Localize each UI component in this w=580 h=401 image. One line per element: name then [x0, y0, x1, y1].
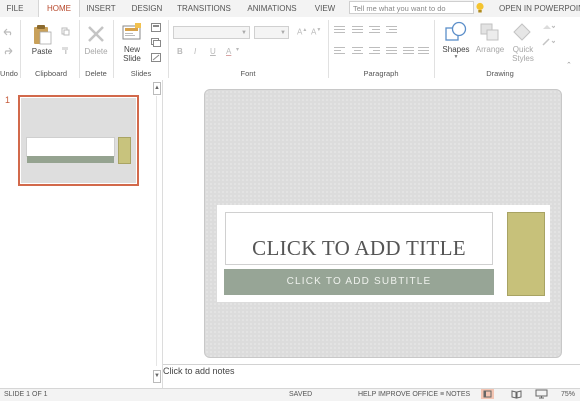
- slide-show-icon[interactable]: [535, 389, 548, 399]
- thumbnail-title-box: [26, 137, 115, 157]
- saved-status: SAVED: [289, 391, 313, 398]
- open-in-powerpoint-button[interactable]: OPEN IN POWERPOINT: [499, 0, 580, 17]
- quick-styles-label-line1: Quick: [512, 45, 534, 54]
- arrange-icon: [480, 23, 499, 41]
- undo-group-label: Undo: [0, 69, 18, 78]
- scroll-down-button[interactable]: ▼: [153, 370, 161, 383]
- new-slide-label-line2: Slide: [123, 54, 141, 63]
- ribbon-divider: [20, 20, 21, 78]
- line-spacing-icon[interactable]: [403, 47, 414, 56]
- tab-insert[interactable]: INSERT: [80, 0, 122, 17]
- notes-toggle-label: NOTES: [446, 391, 471, 398]
- font-group-label: Font: [240, 69, 256, 78]
- tab-animations[interactable]: ANIMATIONS: [240, 0, 304, 17]
- shape-fill-icon[interactable]: [541, 23, 555, 32]
- align-center-icon[interactable]: [352, 47, 363, 56]
- delete-slide-icon: [88, 26, 104, 42]
- bold-icon[interactable]: B: [177, 47, 183, 56]
- numbering-icon[interactable]: [352, 26, 363, 35]
- ribbon-tab-bar: FILE HOME INSERT DESIGN TRANSITIONS ANIM…: [0, 0, 580, 18]
- tell-me-search-input[interactable]: Tell me what you want to do: [349, 1, 474, 14]
- notes-icon: ≡: [440, 391, 445, 398]
- shapes-dropdown-icon: ▼: [453, 54, 459, 60]
- quick-styles-icon: [513, 23, 531, 41]
- new-slide-icon: [122, 23, 141, 40]
- gold-accent-shape: [507, 212, 545, 296]
- hide-slide-icon[interactable]: [151, 53, 161, 62]
- duplicate-slide-icon[interactable]: [151, 38, 161, 47]
- drawing-group-label: Drawing: [486, 69, 514, 78]
- arrange-button[interactable]: Arrange: [473, 45, 507, 54]
- paste-button[interactable]: Paste: [28, 47, 56, 56]
- increase-font-size-icon[interactable]: A▲: [297, 27, 307, 37]
- help-improve-office-link[interactable]: HELP IMPROVE OFFICE: [358, 389, 438, 400]
- layout-icon[interactable]: [151, 23, 161, 32]
- zoom-level[interactable]: 75%: [561, 389, 575, 400]
- notes-placeholder[interactable]: Click to add notes: [163, 366, 235, 376]
- increase-indent-icon[interactable]: [386, 26, 397, 35]
- ribbon-divider: [168, 20, 169, 78]
- notes-toggle[interactable]: ≡ NOTES: [440, 389, 470, 400]
- shapes-icon: [445, 21, 467, 41]
- ribbon-divider: [328, 20, 329, 78]
- bullets-icon[interactable]: [334, 26, 345, 35]
- slide-counter: SLIDE 1 OF 1: [4, 391, 48, 398]
- delete-group-label: Delete: [85, 69, 107, 78]
- delete-slide-button[interactable]: Delete: [81, 47, 111, 56]
- thumbnail-gold-shape: [118, 137, 131, 164]
- thumbnail-number: 1: [5, 95, 11, 105]
- new-slide-button[interactable]: New Slide: [119, 45, 145, 63]
- reading-view-icon[interactable]: [510, 389, 523, 399]
- undo-icon[interactable]: [3, 28, 13, 36]
- subtitle-placeholder-text[interactable]: CLICK TO ADD SUBTITLE: [224, 269, 494, 295]
- underline-icon[interactable]: U: [210, 47, 216, 56]
- font-name-select[interactable]: ▼: [173, 26, 250, 39]
- normal-view-icon[interactable]: [481, 389, 494, 399]
- font-color-icon[interactable]: A: [226, 47, 231, 56]
- title-placeholder-text[interactable]: CLICK TO ADD TITLE: [225, 232, 493, 264]
- tab-home[interactable]: HOME: [38, 0, 80, 18]
- italic-icon[interactable]: I: [194, 47, 196, 56]
- align-right-icon[interactable]: [369, 47, 380, 56]
- ribbon-divider: [79, 20, 80, 78]
- shapes-button[interactable]: Shapes ▼: [440, 45, 472, 60]
- font-color-dropdown-icon[interactable]: ▾: [236, 46, 239, 53]
- slides-group-label: Slides: [130, 69, 152, 78]
- scroll-up-button[interactable]: ▲: [153, 82, 161, 95]
- tab-transitions[interactable]: TRANSITIONS: [172, 0, 236, 17]
- tab-view[interactable]: VIEW: [308, 0, 342, 17]
- quick-styles-label-line2: Styles: [512, 54, 534, 63]
- collapse-ribbon-icon[interactable]: ⌃: [566, 61, 572, 69]
- ribbon-divider: [434, 20, 435, 78]
- copy-icon[interactable]: [61, 27, 70, 36]
- paragraph-group-label: Paragraph: [363, 69, 399, 78]
- decrease-indent-icon[interactable]: [369, 26, 380, 35]
- shapes-label: Shapes: [442, 45, 470, 54]
- tab-file[interactable]: FILE: [0, 0, 30, 17]
- format-painter-icon[interactable]: [61, 46, 70, 55]
- ribbon-divider: [113, 20, 114, 78]
- thumbnail-subtitle-band: [27, 156, 114, 163]
- ribbon-home: Undo Paste Clipboard Delete Delete New S…: [0, 17, 580, 81]
- justify-icon[interactable]: [386, 47, 397, 56]
- shape-outline-icon[interactable]: [541, 38, 555, 47]
- decrease-font-size-icon[interactable]: A▼: [311, 27, 321, 37]
- text-direction-icon[interactable]: [418, 47, 429, 56]
- paste-icon: [34, 25, 52, 45]
- tab-design[interactable]: DESIGN: [126, 0, 168, 17]
- new-slide-label-line1: New: [123, 45, 140, 54]
- lightbulb-icon[interactable]: [475, 2, 485, 14]
- redo-icon[interactable]: [3, 47, 13, 55]
- font-size-select[interactable]: ▼: [254, 26, 289, 39]
- clipboard-group-label: Clipboard: [34, 69, 68, 78]
- thumbnail-scrollbar-track[interactable]: [156, 96, 157, 366]
- align-left-icon[interactable]: [334, 47, 345, 56]
- quick-styles-button[interactable]: Quick Styles: [507, 45, 539, 63]
